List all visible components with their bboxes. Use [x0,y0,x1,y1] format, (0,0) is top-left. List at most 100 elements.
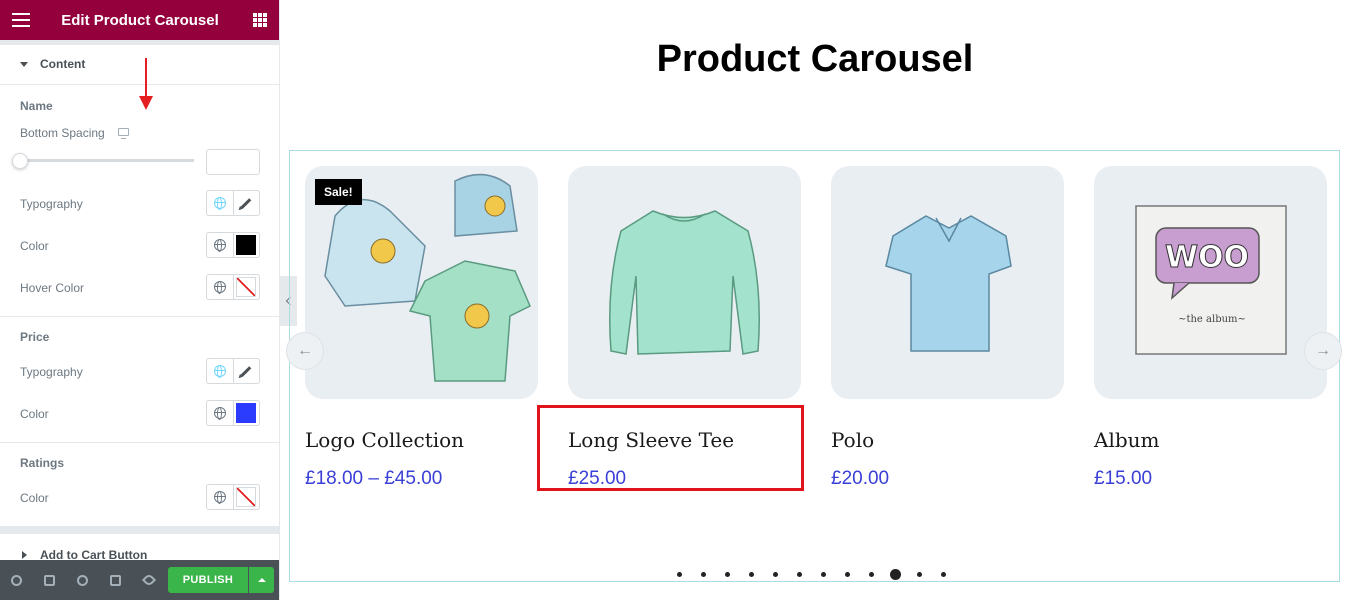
ratings-color-global-button[interactable] [207,485,233,509]
name-color-label: Color [20,239,49,253]
sale-badge: Sale! [315,179,362,205]
publish-button[interactable]: PUBLISH [168,567,248,593]
menu-icon[interactable] [12,13,30,27]
pagination-dot[interactable] [821,572,826,577]
price-typography-global-button[interactable] [207,359,233,383]
settings-button[interactable] [0,560,33,600]
name-color-picker[interactable] [232,233,259,257]
ratings-color-controls [206,484,260,510]
name-typography-controls [206,190,260,216]
editor-panel: Edit Product Carousel Content Name Botto… [0,0,280,600]
name-typography-edit-button[interactable] [232,191,259,215]
section-content-toggle[interactable]: Content [0,44,279,84]
pagination-dot[interactable] [749,572,754,577]
globe-icon [213,197,226,210]
panel-header: Edit Product Carousel [0,0,279,40]
name-color-controls [206,232,260,258]
layers-icon [44,574,55,586]
publish-options-button[interactable] [249,567,274,593]
album-illustration: WOO ~the album~ [1135,205,1287,355]
eye-icon [141,572,156,588]
pagination-dot[interactable] [845,572,850,577]
bottom-spacing-slider-track[interactable] [20,159,194,162]
price-color-global-button[interactable] [207,401,233,425]
ratings-group-title: Ratings [20,456,65,470]
history-button[interactable] [66,560,99,600]
globe-icon [213,365,226,378]
long-sleeve-tee-illustration [609,210,760,355]
album-caption: ~the album~ [1178,314,1246,325]
divider [0,316,279,317]
globe-icon [213,239,226,252]
price-color-label: Color [20,407,49,421]
color-swatch-blue [236,403,257,423]
product-card[interactable]: Polo £20.00 [831,166,1064,489]
product-card[interactable]: WOO ~the album~ Album £15.00 [1094,166,1327,489]
divider [0,442,279,443]
product-card[interactable]: Long Sleeve Tee £25.00 [568,166,801,489]
carousel-prev-button[interactable]: ← [286,332,324,370]
product-image[interactable] [831,166,1064,399]
annotation-arrow-head [139,96,153,110]
name-hover-color-picker[interactable] [232,275,259,299]
color-swatch-none [236,277,257,297]
pagination-dot[interactable] [773,572,778,577]
bottom-spacing-input[interactable] [206,149,260,175]
carousel-next-button[interactable]: → [1304,332,1342,370]
price-typography-edit-button[interactable] [232,359,259,383]
pagination-dot[interactable] [941,572,946,577]
price-color-picker[interactable] [232,401,259,425]
gear-icon [11,574,22,586]
caret-right-icon [22,551,27,559]
price-typography-label: Typography [20,365,83,379]
pencil-icon [241,365,252,377]
album-logo-text: WOO [1165,240,1249,275]
product-card[interactable]: Sale! Logo Collection £18.00 – £45.00 [305,166,538,489]
product-image[interactable]: Sale! [305,166,538,399]
name-hover-color-global-button[interactable] [207,275,233,299]
product-name[interactable]: Polo [831,428,874,452]
ratings-color-picker[interactable] [232,485,259,509]
navigator-button[interactable] [33,560,66,600]
section-separator [0,526,279,534]
name-hover-color-label: Hover Color [20,281,85,295]
name-color-global-button[interactable] [207,233,233,257]
color-swatch-black [236,235,257,255]
name-group-title: Name [20,99,53,113]
globe-icon [213,491,226,504]
devices-icon [110,574,121,586]
pagination-dot[interactable] [725,572,730,577]
widgets-grid-icon[interactable] [253,13,267,27]
product-image[interactable]: WOO ~the album~ [1094,166,1327,399]
product-name[interactable]: Logo Collection [305,428,464,452]
divider [0,84,279,85]
desktop-icon[interactable] [118,128,129,139]
pagination-dot[interactable] [917,572,922,577]
bottom-spacing-slider-handle[interactable] [12,153,28,169]
bottom-spacing-label: Bottom Spacing [20,126,105,140]
annotation-highlight-box [537,405,804,491]
editor-app: Edit Product Carousel Content Name Botto… [0,0,1349,600]
pagination-dot[interactable] [677,572,682,577]
globe-icon [213,407,226,420]
name-typography-global-button[interactable] [207,191,233,215]
panel-footer: PUBLISH [0,560,279,600]
pencil-icon [241,197,252,209]
pagination-dot[interactable] [701,572,706,577]
product-price: £20.00 [831,468,890,489]
panel-title: Edit Product Carousel [61,11,219,29]
arrow-right-icon: → [1315,342,1331,359]
pagination-dot[interactable] [869,572,874,577]
product-name[interactable]: Album [1094,428,1160,452]
price-group-title: Price [20,330,50,344]
product-carousel: Sale! Logo Collection £18.00 – £45.00 Lo… [289,150,1340,582]
preview-button[interactable] [132,560,165,600]
section-content-label: Content [40,57,86,71]
globe-icon [213,281,226,294]
caret-down-icon [20,61,28,67]
responsive-mode-button[interactable] [99,560,132,600]
product-image[interactable] [568,166,801,399]
pagination-dot[interactable] [890,569,901,580]
pagination-dot[interactable] [797,572,802,577]
ratings-color-label: Color [20,491,49,505]
